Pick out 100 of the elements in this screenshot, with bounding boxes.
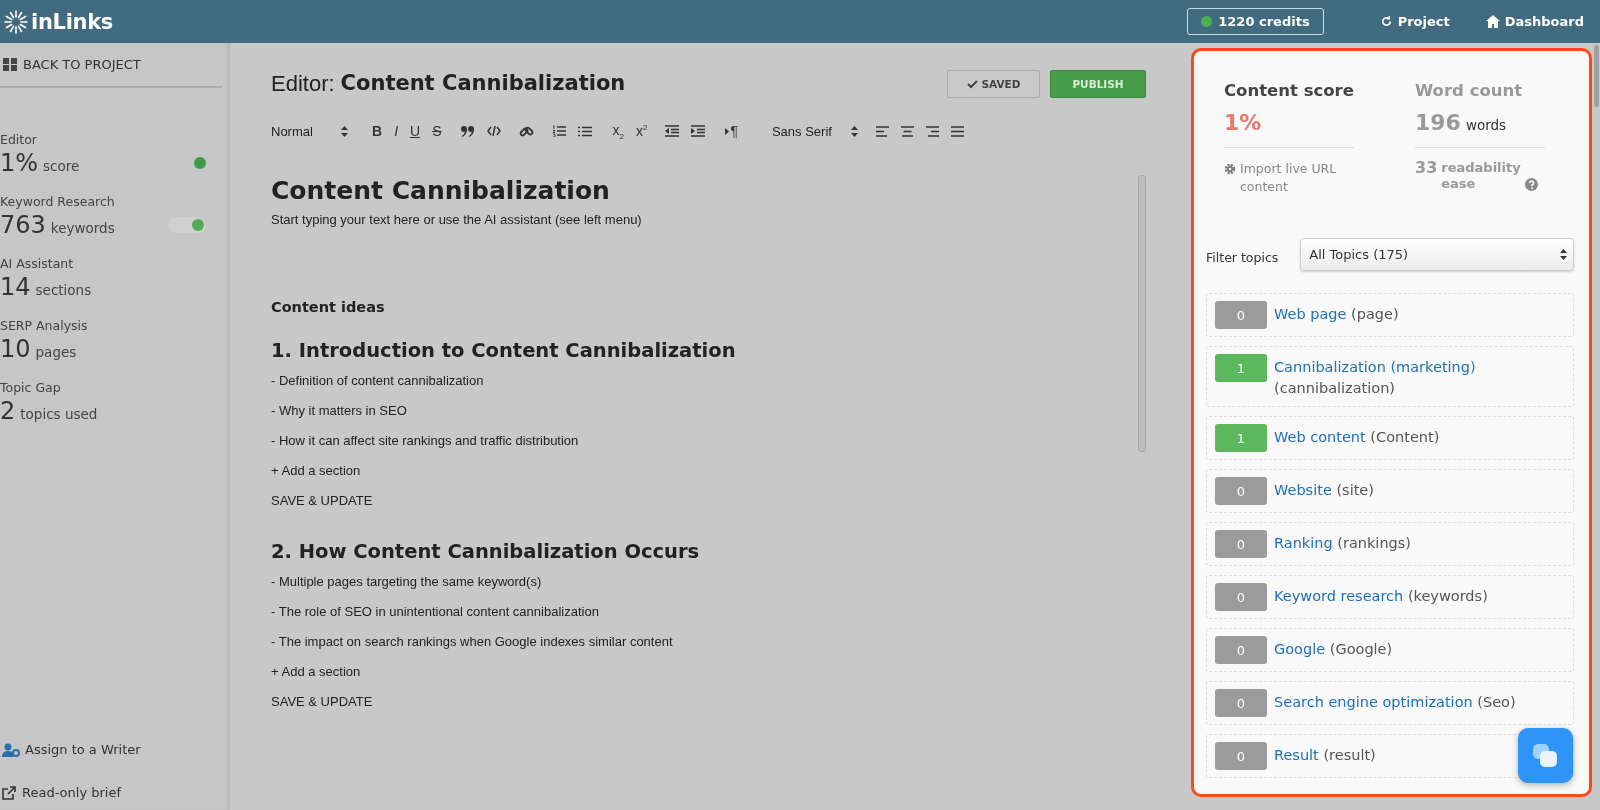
format-dropdown[interactable]: Sans Serif — [771, 123, 858, 139]
count-badge: 0 — [1215, 742, 1267, 770]
word-count-unit: words — [1465, 117, 1507, 133]
indent-icon[interactable] — [691, 125, 706, 137]
strike-button[interactable]: S — [432, 123, 442, 139]
updown-arrows-icon — [341, 125, 348, 137]
align-left-icon[interactable] — [875, 125, 889, 137]
format-dropdown[interactable]: Normal — [271, 123, 348, 139]
italic-button[interactable]: I — [394, 123, 398, 139]
saved-button[interactable]: SAVED — [947, 70, 1040, 98]
count-badge: 1 — [1215, 354, 1267, 382]
chat-button[interactable] — [1518, 728, 1573, 783]
bullet-point: - The impact on search rankings when Google indexes similar content — [271, 634, 673, 649]
text-direction-button[interactable]: ¶ — [725, 123, 738, 139]
topic-link[interactable]: Ranking — [1274, 535, 1333, 551]
word-count-value: 196 — [1415, 110, 1461, 135]
topic-link[interactable]: Search engine optimization — [1274, 694, 1473, 710]
section-heading: 2. How Content Cannibalization Occurs — [271, 540, 701, 563]
sidebar-link[interactable]: Assign to a Writer — [2, 742, 230, 757]
dropdown-value: Sans Serif — [771, 123, 832, 139]
nav-link[interactable]: Dashboard — [1485, 14, 1584, 29]
count-badge: 1 — [1215, 424, 1267, 452]
external-link-icon — [2, 785, 17, 800]
topic-text: Web page (page) — [1274, 305, 1399, 324]
stat-label[interactable]: Keyword Research — [0, 194, 230, 209]
gear-icon — [1224, 163, 1236, 175]
quote-icon[interactable] — [461, 125, 476, 137]
document-heading: Content Cannibalization — [271, 176, 611, 205]
add-section-link[interactable]: + Add a section — [271, 463, 361, 478]
topic-link[interactable]: Web content — [1274, 429, 1366, 445]
sidebar-link[interactable]: Read-only brief — [2, 785, 230, 800]
stat-label[interactable]: AI Assistant — [0, 256, 230, 271]
stat-unit: keywords — [50, 220, 115, 236]
home-icon — [1485, 15, 1500, 28]
scrollbar[interactable] — [1138, 175, 1146, 452]
refresh-icon — [1379, 15, 1393, 28]
underline-button[interactable]: U — [410, 123, 421, 139]
justify-icon[interactable] — [950, 125, 964, 137]
stat-value: 1% — [0, 149, 39, 177]
stat-value: 763 — [0, 211, 46, 239]
nav-link[interactable]: Project — [1379, 14, 1450, 29]
topic-text: Google (Google) — [1274, 640, 1393, 659]
content-score-value: 1% — [1224, 110, 1263, 135]
user-gear-icon — [2, 742, 20, 757]
stat-unit: topics used — [20, 406, 98, 422]
updown-arrows-icon — [1560, 249, 1567, 260]
code-icon[interactable] — [487, 126, 502, 136]
count-badge: 0 — [1215, 583, 1267, 611]
topic-text: Web content (Content) — [1274, 428, 1440, 447]
save-update-link[interactable]: SAVE & UPDATE — [271, 694, 373, 709]
align-right-icon[interactable] — [925, 125, 939, 137]
grid-icon — [3, 58, 17, 71]
stat-value: 10 — [0, 335, 31, 363]
outdent-icon[interactable] — [665, 125, 680, 137]
stat-value: 14 — [0, 273, 31, 301]
topic-text: Keyword research (keywords) — [1274, 587, 1488, 606]
toggle-switch[interactable] — [168, 217, 206, 233]
bullet-point: - Multiple pages targeting the same keyword(s) — [271, 574, 542, 589]
stat-unit: pages — [35, 344, 77, 360]
updown-arrows-icon — [850, 125, 858, 137]
stat-unit: sections — [35, 282, 92, 298]
topic-link[interactable]: Keyword research — [1274, 588, 1404, 604]
section-heading: 1. Introduction to Content Cannibalization — [271, 339, 737, 362]
stat-label[interactable]: Editor — [0, 132, 230, 147]
triangle-icon — [725, 127, 730, 135]
topic-link[interactable]: Web page — [1274, 306, 1347, 322]
bullet-point: - How it can affect site rankings and traffic distribution — [271, 433, 579, 448]
page-scrollbar[interactable] — [1594, 45, 1599, 107]
back-to-project-link[interactable]: BACK TO PROJECT — [0, 43, 222, 88]
import-url-link[interactable]: Import live URL content — [1240, 160, 1354, 196]
bullet-point: - The role of SEO in unintentional content cannibalization — [271, 604, 599, 619]
filter-label: Filter topics — [1206, 250, 1279, 265]
topic-link[interactable]: Website — [1274, 482, 1332, 498]
align-center-icon[interactable] — [900, 125, 914, 137]
logo-text[interactable]: inLinks — [31, 9, 114, 34]
save-update-link[interactable]: SAVE & UPDATE — [271, 493, 373, 508]
count-badge: 0 — [1215, 301, 1267, 329]
subscript-button[interactable]: x$_{2}$ — [612, 121, 624, 141]
topic-text: Result (result) — [1274, 746, 1376, 765]
topic-link[interactable]: Google — [1274, 641, 1326, 657]
filter-topics-dropdown[interactable]: All Topics (175) — [1300, 238, 1574, 271]
check-icon — [966, 79, 978, 89]
stat-label[interactable]: Topic Gap — [0, 380, 230, 395]
add-section-link[interactable]: + Add a section — [271, 664, 361, 679]
dropdown-value: Normal — [271, 123, 313, 139]
topic-link[interactable]: Cannibalization (marketing) — [1274, 359, 1476, 375]
superscript-button[interactable]: x$^{2}$ — [635, 123, 648, 139]
bold-button[interactable]: B — [372, 123, 383, 139]
bullet-point: - Definition of content cannibalization — [271, 373, 484, 388]
content-score-label: Content score — [1224, 81, 1354, 100]
topic-link[interactable]: Result — [1274, 747, 1319, 763]
stat-label[interactable]: SERP Analysis — [0, 318, 230, 333]
topic-text: Website (site) — [1274, 481, 1374, 500]
bullet-list-icon[interactable] — [578, 125, 593, 137]
count-badge: 0 — [1215, 477, 1267, 505]
stat-value: 2 — [0, 397, 16, 425]
bullet-point: - Why it matters in SEO — [271, 403, 407, 418]
numbered-list-icon[interactable] — [552, 125, 567, 137]
credits-button[interactable]: 1220 credits — [1187, 8, 1324, 35]
readability-label: readability ease — [1441, 160, 1521, 192]
